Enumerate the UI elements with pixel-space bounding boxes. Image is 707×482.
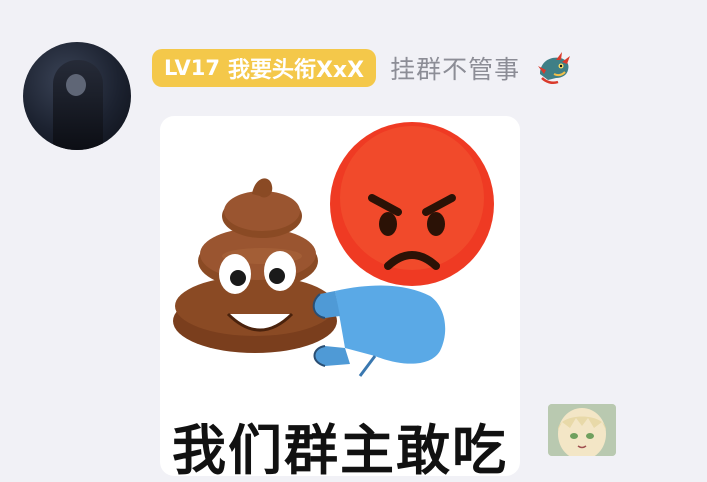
sender-nickname[interactable]: 挂群不管事 (390, 50, 520, 86)
title-label: 我要头衔XxX (227, 58, 365, 83)
anime-girl-icon (548, 404, 616, 456)
angry-face-emoji (330, 122, 494, 286)
anime-girl-avatar[interactable] (548, 404, 616, 456)
level-label: LV17 (164, 56, 220, 80)
member-title-badge[interactable]: LV17 我要头衔XxX (152, 49, 377, 87)
avatar-face (66, 74, 86, 96)
sticker-caption: 我们群主敢吃 (172, 419, 508, 476)
poop-emoji (173, 178, 337, 353)
sticker-message[interactable]: 我们群主敢吃 (160, 116, 520, 476)
message-header: LV17 我要头衔XxX 挂群不管事 (152, 48, 574, 88)
sender-avatar[interactable] (23, 42, 131, 150)
dragon-icon (538, 52, 571, 85)
blue-arm (312, 285, 446, 377)
